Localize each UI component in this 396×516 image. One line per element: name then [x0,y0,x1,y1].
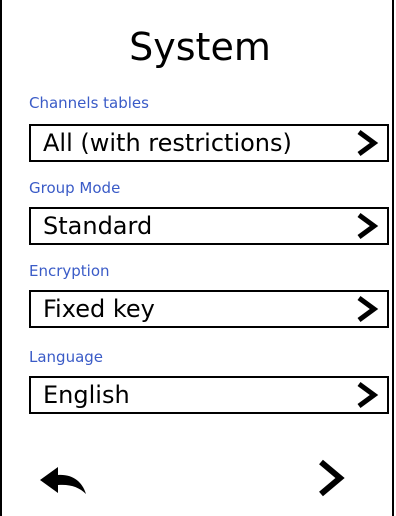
group-mode-value: Standard [43,212,153,240]
encryption-label: Encryption [29,262,110,280]
language-row[interactable]: English [29,376,389,414]
language-label: Language [29,348,104,366]
chevron-right-icon [357,381,379,409]
chevron-right-icon [357,212,379,240]
page-title: System [129,25,271,69]
chevron-right-icon [357,295,379,323]
next-button[interactable] [316,458,346,498]
chevron-right-icon [357,129,379,157]
screen-frame: System Channels tables All (with restric… [0,0,394,516]
language-value: English [43,381,130,409]
encryption-value: Fixed key [43,295,155,323]
channels-tables-label: Channels tables [29,94,149,112]
back-arrow-icon [40,467,86,494]
chevron-right-icon [319,459,345,497]
channels-tables-row[interactable]: All (with restrictions) [29,124,389,162]
group-mode-row[interactable]: Standard [29,207,389,245]
encryption-row[interactable]: Fixed key [29,290,389,328]
channels-tables-value: All (with restrictions) [43,129,292,157]
back-button[interactable] [38,464,90,500]
group-mode-label: Group Mode [29,179,121,197]
